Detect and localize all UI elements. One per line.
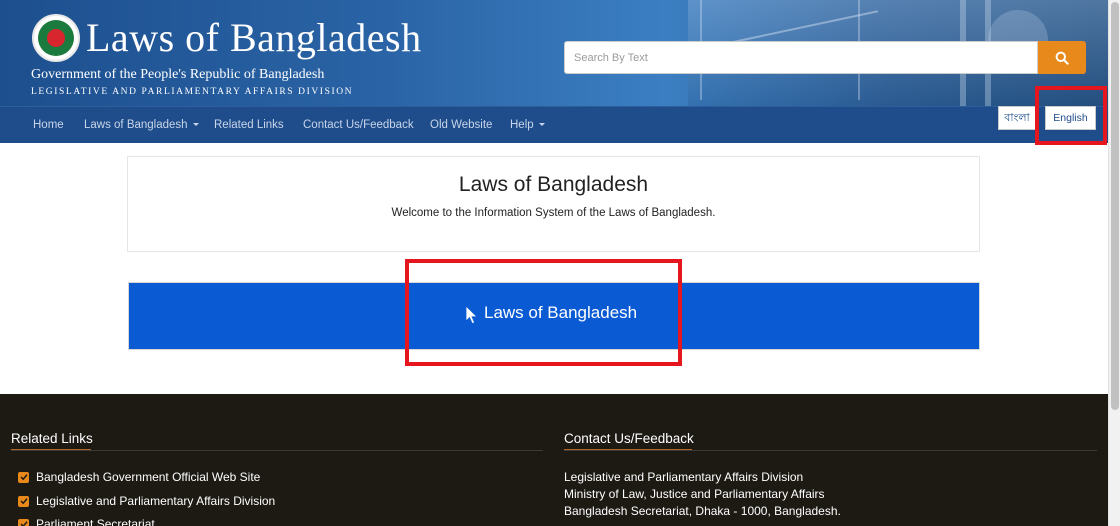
contact-line-3: Bangladesh Secretariat, Dhaka - 1000, Ba…	[564, 504, 841, 518]
welcome-panel: Laws of Bangladesh Welcome to the Inform…	[127, 156, 980, 252]
nav-help[interactable]: Help	[510, 107, 545, 143]
page-scrollbar[interactable]	[1108, 0, 1120, 526]
highlight-box-laws-button	[405, 259, 682, 366]
nav-laws-label: Laws of Bangladesh	[84, 119, 188, 131]
highlight-box-english	[1035, 86, 1107, 145]
site-division: LEGISLATIVE AND PARLIAMENTARY AFFAIRS DI…	[31, 87, 354, 97]
footer-contact-heading: Contact Us/Feedback	[564, 431, 694, 446]
footer-link-label: Legislative and Parliamentary Affairs Di…	[36, 494, 276, 508]
nav-home[interactable]: Home	[33, 107, 64, 143]
checkbox-icon	[18, 518, 29, 526]
site-subtitle: Government of the People's Republic of B…	[31, 67, 325, 82]
nav-help-label: Help	[510, 119, 534, 131]
lang-bangla-button[interactable]: বাংলা	[998, 106, 1036, 130]
search-icon	[1055, 51, 1069, 65]
contact-line-1: Legislative and Parliamentary Affairs Di…	[564, 470, 804, 484]
caret-down-icon	[192, 123, 199, 127]
footer-link-gov-site[interactable]: Bangladesh Government Official Web Site	[18, 470, 260, 484]
bangladesh-emblem-icon[interactable]	[32, 14, 80, 62]
nav-old-website[interactable]: Old Website	[430, 107, 492, 143]
checkbox-icon	[18, 495, 29, 507]
welcome-title: Laws of Bangladesh	[458, 173, 649, 196]
site-title[interactable]: Laws of Bangladesh	[86, 14, 422, 62]
footer-related-links-heading: Related Links	[11, 431, 93, 446]
search-button[interactable]	[1038, 41, 1086, 74]
search-input[interactable]	[564, 41, 1038, 74]
footer-link-label: Parliament Secretariat	[36, 517, 155, 526]
footer-divider	[11, 450, 543, 451]
main-navbar: Home Laws of Bangladesh Related Links Co…	[0, 106, 1108, 143]
footer-link-parliament[interactable]: Parliament Secretariat	[18, 517, 155, 526]
nav-laws-of-bangladesh[interactable]: Laws of Bangladesh	[84, 107, 199, 143]
welcome-text: Welcome to the Information System of the…	[391, 207, 716, 219]
footer-link-lpad[interactable]: Legislative and Parliamentary Affairs Di…	[18, 494, 275, 508]
footer: Related Links Bangladesh Government Offi…	[0, 394, 1108, 526]
scrollbar-thumb[interactable]	[1111, 2, 1119, 410]
nav-related-links[interactable]: Related Links	[214, 107, 284, 143]
footer-link-label: Bangladesh Government Official Web Site	[36, 470, 261, 484]
footer-divider	[564, 450, 1097, 451]
nav-contact-feedback[interactable]: Contact Us/Feedback	[303, 107, 414, 143]
caret-down-icon	[538, 123, 545, 127]
checkbox-icon	[18, 471, 29, 483]
header-banner: Laws of Bangladesh Government of the Peo…	[0, 0, 1108, 106]
contact-line-2: Ministry of Law, Justice and Parliamenta…	[564, 487, 825, 501]
